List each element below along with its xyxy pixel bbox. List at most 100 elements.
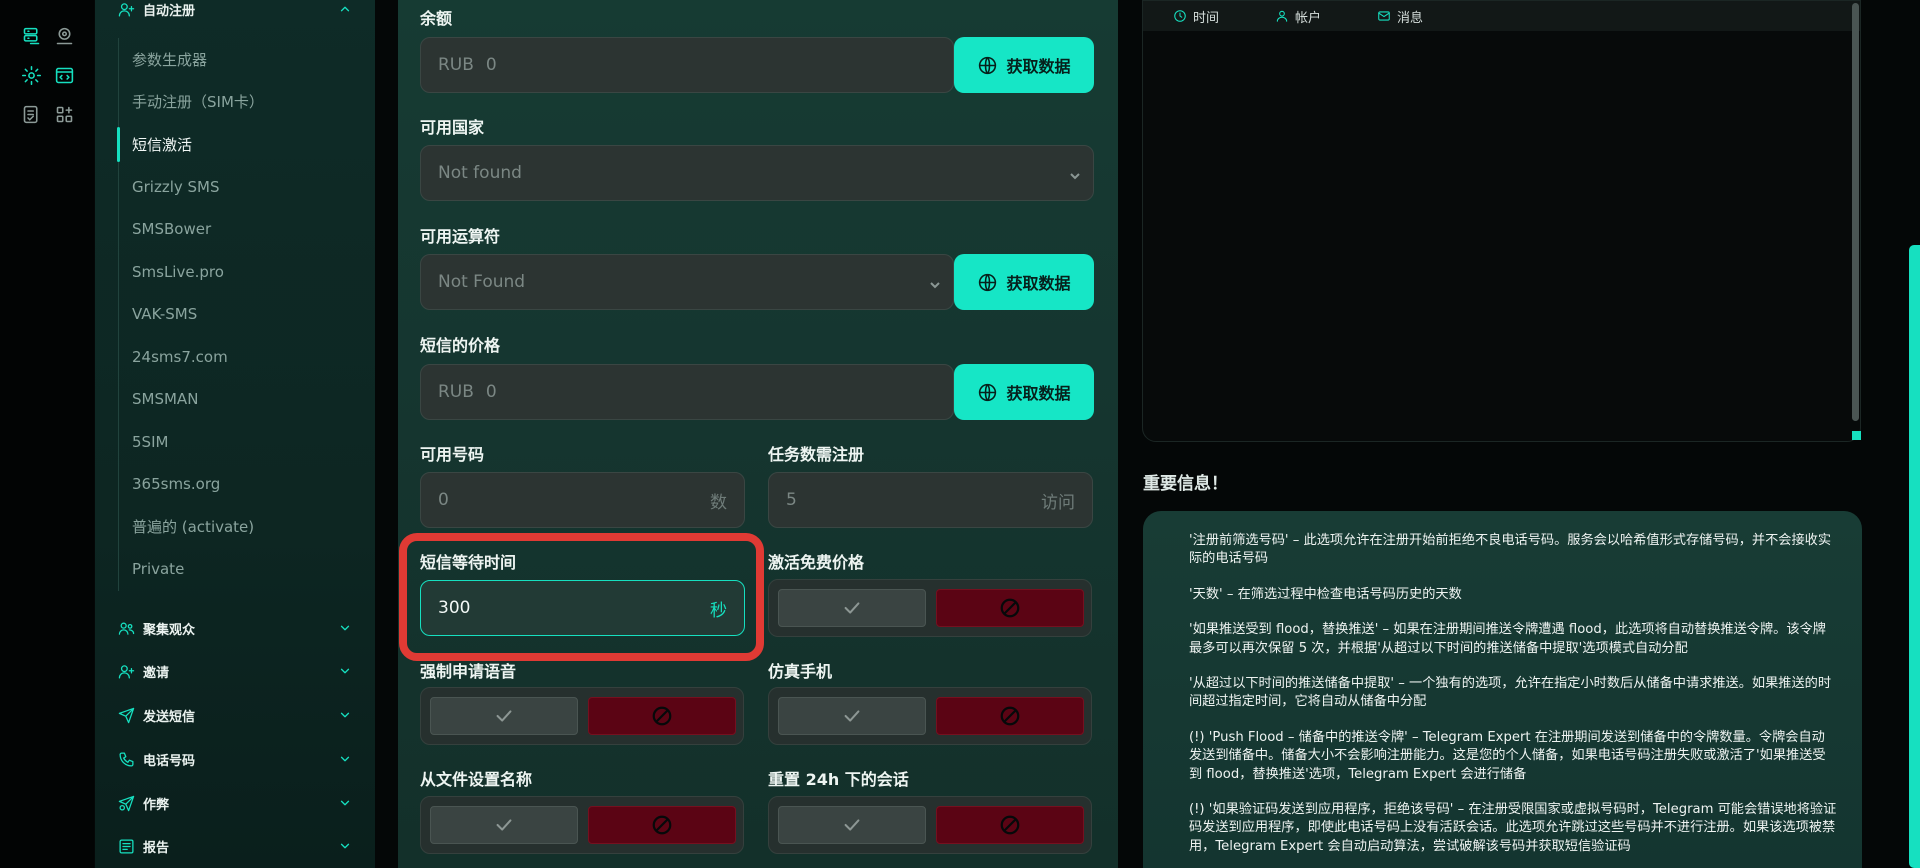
sidebar-section-label: 作弊: [143, 797, 170, 813]
toggle-yes-button[interactable]: [778, 806, 926, 844]
globe-icon: [979, 273, 997, 291]
chevron-down-icon[interactable]: [337, 620, 353, 636]
free-price-toggle: [768, 579, 1092, 637]
code-window-icon[interactable]: [52, 63, 76, 87]
ban-icon: [1000, 706, 1020, 726]
price-label: 短信的价格: [420, 336, 501, 355]
log-column-message[interactable]: 消息: [1377, 7, 1423, 26]
force-voice-label: 强制申请语音: [420, 662, 517, 681]
sidebar-item[interactable]: 365sms.org: [119, 463, 350, 506]
available-numbers-label: 可用号码: [420, 445, 485, 464]
sidebar-item[interactable]: 5SIM: [119, 421, 350, 464]
available-numbers-input[interactable]: 0 数: [420, 472, 745, 528]
toggle-yes-button[interactable]: [430, 806, 578, 844]
chevron-down-icon[interactable]: [337, 707, 353, 723]
sidebar-item[interactable]: VAK-SMS: [119, 293, 350, 336]
chevron-down-icon[interactable]: [337, 795, 353, 811]
sidebar-section-cheat[interactable]: 作弊: [117, 790, 353, 816]
check-icon: [844, 819, 860, 831]
operators-value: Not Found: [438, 272, 526, 292]
sidebar-section-invite[interactable]: 邀请: [117, 658, 353, 684]
ban-icon: [652, 706, 672, 726]
emulate-phone-toggle: [768, 687, 1092, 745]
sidebar-section-auto-register[interactable]: 自动注册: [117, 0, 353, 22]
sidebar-item[interactable]: 参数生成器: [119, 38, 350, 81]
database-icon[interactable]: [19, 24, 43, 48]
price-field: RUB 0: [420, 364, 954, 420]
sidebar: 自动注册 参数生成器 手动注册（SIM卡） 短信激活 Grizzly SMS S…: [95, 0, 375, 868]
resize-handle[interactable]: [1852, 431, 1861, 440]
log-column-time[interactable]: 时间: [1173, 7, 1219, 26]
check-icon: [844, 602, 860, 614]
balance-label: 余额: [420, 9, 453, 28]
toggle-no-button[interactable]: [936, 697, 1084, 735]
log-scrollbar-thumb[interactable]: [1852, 3, 1859, 421]
report-icon: [117, 837, 135, 855]
sidebar-item[interactable]: 普遍的 (activate): [119, 506, 350, 549]
button-label: 获取数据: [1006, 384, 1071, 403]
sidebar-item[interactable]: Grizzly SMS: [119, 166, 350, 209]
globe-icon: [979, 56, 997, 74]
info-paragraph: '如果推送受到 flood，替换推送' – 如果在注册期间推送令牌遭遇 floo…: [1189, 622, 1826, 656]
column-label: 消息: [1397, 10, 1424, 26]
info-title: 重要信息！: [1143, 474, 1228, 494]
chevron-down-icon[interactable]: [337, 663, 353, 679]
toggle-yes-button[interactable]: [778, 589, 926, 627]
sidebar-item[interactable]: SMSMAN: [119, 378, 350, 421]
info-paragraph: '从超过以下时间的推送储备中提取' – 一个独有的选项，允许在指定小时数后从储备…: [1189, 676, 1832, 710]
cheat-icon: [117, 794, 135, 812]
ban-icon: [1000, 815, 1020, 835]
users-icon: [117, 619, 135, 637]
sidebar-item[interactable]: SMSBower: [119, 208, 350, 251]
toggle-no-button[interactable]: [936, 589, 1084, 627]
task-count-label: 任务数需注册: [768, 445, 865, 464]
force-voice-toggle: [420, 687, 744, 745]
sidebar-item-active[interactable]: 短信激活: [117, 123, 350, 166]
grid-icon[interactable]: [52, 102, 76, 126]
get-operators-button[interactable]: 获取数据: [954, 254, 1094, 310]
toggle-yes-button[interactable]: [778, 697, 926, 735]
name-from-file-toggle: [420, 796, 744, 854]
toggle-no-button[interactable]: [588, 806, 736, 844]
log-column-account[interactable]: 帐户: [1275, 7, 1321, 26]
user-plus-icon: [117, 0, 135, 18]
ban-icon: [652, 815, 672, 835]
sidebar-section-report[interactable]: 报告: [117, 833, 353, 859]
sidebar-section-audience[interactable]: 聚集观众: [117, 615, 353, 641]
reset-sessions-label: 重置 24h 下的会话: [768, 770, 909, 789]
info-paragraph: (!) 'Push Flood – 储备中的推送令牌' – Telegram E…: [1189, 729, 1826, 782]
get-price-button[interactable]: 获取数据: [954, 364, 1094, 420]
operators-select[interactable]: Not Found: [420, 254, 954, 310]
log-scrollbar[interactable]: [1852, 3, 1859, 421]
countries-select[interactable]: Not found: [420, 145, 1094, 201]
send-icon: [117, 706, 135, 724]
balance-field: RUB 0: [420, 37, 954, 93]
sidebar-item[interactable]: SmsLive.pro: [119, 251, 350, 294]
toggle-yes-button[interactable]: [430, 697, 578, 735]
get-balance-button[interactable]: 获取数据: [954, 37, 1094, 93]
sidebar-item[interactable]: 手动注册（SIM卡）: [119, 81, 350, 124]
available-numbers-value: 0: [438, 490, 449, 510]
sidebar-item[interactable]: Private: [119, 548, 350, 591]
globe-icon: [979, 383, 997, 401]
toggle-no-button[interactable]: [588, 697, 736, 735]
chevron-down-icon[interactable]: [337, 838, 353, 854]
annotation-highlight-box: [399, 533, 764, 661]
sidebar-section-phone[interactable]: 电话号码: [117, 746, 353, 772]
gear-icon[interactable]: [19, 63, 43, 87]
sidebar-item[interactable]: 24sms7.com: [119, 336, 350, 379]
toggle-no-button[interactable]: [936, 806, 1084, 844]
task-count-value: 5: [786, 490, 797, 510]
currency-prefix: RUB: [438, 382, 474, 402]
sidebar-section-label: 聚集观众: [143, 622, 196, 638]
task-count-input[interactable]: 5 访问: [768, 472, 1093, 528]
chevron-up-icon[interactable]: [337, 1, 353, 17]
page-scrollbar[interactable]: [1909, 245, 1920, 868]
check-icon: [844, 710, 860, 722]
checklist-icon[interactable]: [19, 102, 43, 126]
location-icon[interactable]: [52, 24, 76, 48]
info-paragraph: (!) '如果验证码发送到应用程序，拒绝该号码' – 在注册受限国家或虚拟号码时…: [1189, 802, 1837, 854]
sidebar-section-send-sms[interactable]: 发送短信: [117, 702, 353, 728]
chevron-down-icon[interactable]: [337, 751, 353, 767]
clock-icon: [1174, 10, 1186, 22]
